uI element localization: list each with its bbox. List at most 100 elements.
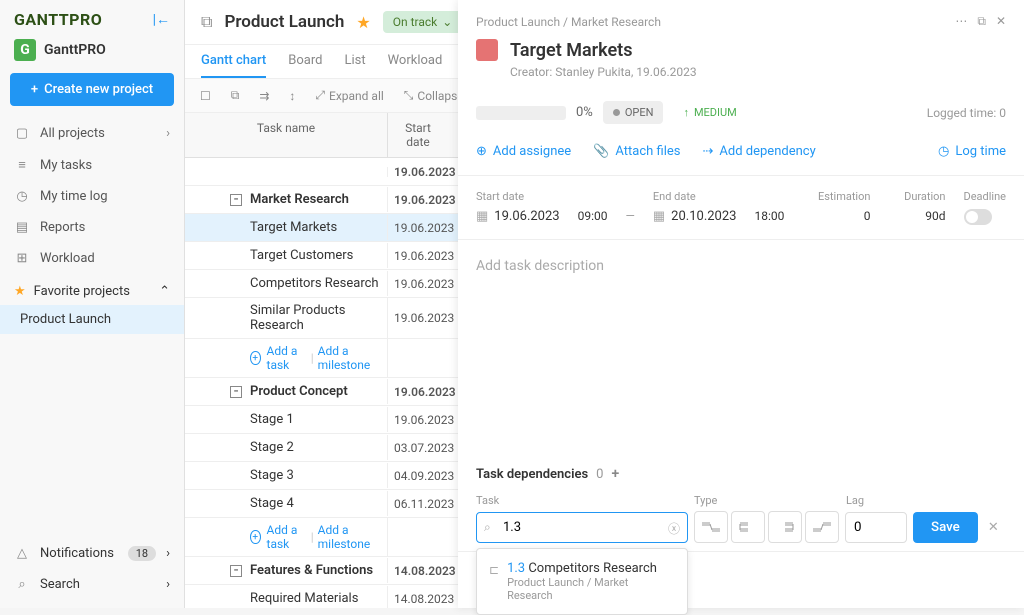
start-time-value[interactable]: 09:00: [578, 209, 608, 223]
progress-bar[interactable]: [476, 106, 566, 120]
collapse-icon[interactable]: −: [230, 386, 242, 398]
chevron-up-icon: ⌃: [159, 284, 170, 299]
attach-icon: 📎: [593, 144, 609, 159]
task-detail-panel: Product Launch / Market Research ⋯ ⧉ ✕ T…: [458, 0, 1024, 608]
breadcrumb[interactable]: Product Launch / Market Research: [476, 15, 943, 29]
start-date-value[interactable]: 19.06.2023: [494, 209, 559, 224]
notification-badge: 18: [128, 546, 156, 561]
duration-value[interactable]: 90d: [904, 209, 945, 223]
tab-workload[interactable]: Workload: [388, 45, 443, 78]
tab-list[interactable]: List: [344, 45, 365, 78]
end-time-value[interactable]: 18:00: [754, 209, 784, 223]
expand-all-button[interactable]: ⤢ Expand all: [310, 85, 388, 106]
duration-label: Duration: [904, 190, 945, 203]
column-header-name[interactable]: Task name: [185, 113, 388, 157]
tool-sort-icon[interactable]: ↕: [284, 86, 300, 106]
task-date: 14.08.2023: [388, 587, 448, 609]
task-creator: Creator: Stanley Pukita, 19.06.2023: [510, 65, 1006, 79]
col-lag-label: Lag: [846, 494, 916, 507]
end-date-value[interactable]: 20.10.2023: [671, 209, 736, 224]
add-dependency-link[interactable]: ⇢Add dependency: [703, 144, 816, 159]
plus-icon: +: [250, 351, 261, 365]
task-name: Stage 1: [250, 412, 294, 427]
chevron-right-icon: ›: [166, 546, 170, 561]
collapse-icon[interactable]: −: [230, 194, 242, 206]
project-icon: ⧉: [201, 12, 212, 32]
brand-icon: G: [14, 39, 36, 61]
save-button[interactable]: Save: [913, 512, 978, 543]
search-icon: ⌕: [484, 520, 491, 535]
calendar-icon: ▦: [476, 209, 488, 224]
dependency-type-sf[interactable]: [805, 511, 839, 543]
dependencies-count: 0: [596, 467, 603, 482]
dependency-task-input[interactable]: [476, 512, 688, 543]
task-date: 19.06.2023: [388, 408, 448, 432]
collapse-sidebar-icon[interactable]: |←: [153, 11, 170, 28]
lag-input[interactable]: [845, 512, 907, 543]
list-icon: ≡: [14, 157, 30, 173]
close-icon[interactable]: ✕: [996, 14, 1006, 29]
main: ⧉ Product Launch ★ On track ⌄ Project Ow…: [185, 0, 1024, 608]
priority-pill[interactable]: ↑MEDIUM: [673, 101, 746, 124]
favorite-project-item[interactable]: Product Launch: [0, 305, 184, 334]
estimation-value[interactable]: 0: [818, 209, 870, 223]
nav-search[interactable]: ⌕ Search ›: [0, 569, 184, 600]
task-date: 19.06.2023: [388, 306, 448, 330]
task-name: Stage 4: [250, 496, 294, 511]
favorite-star-icon[interactable]: ★: [356, 13, 370, 32]
tool-checkbox-icon[interactable]: ☐: [195, 86, 216, 106]
task-date: 19.06.2023: [388, 380, 448, 404]
dependency-type-fs[interactable]: [694, 511, 728, 543]
task-name: Competitors Research: [250, 276, 379, 291]
search-icon: ⌕: [14, 577, 30, 592]
status-pill[interactable]: OPEN: [603, 101, 664, 124]
project-status-pill[interactable]: On track ⌄: [383, 11, 463, 33]
plus-icon: +: [250, 530, 261, 544]
attach-files-link[interactable]: 📎Attach files: [593, 144, 680, 159]
progress-percent: 0%: [576, 105, 593, 120]
log-time-link[interactable]: ◷Log time: [938, 144, 1006, 159]
dependency-type-ff[interactable]: [768, 511, 802, 543]
dependencies-title: Task dependencies: [476, 467, 588, 482]
link-icon[interactable]: ⧉: [977, 14, 986, 29]
collapse-icon[interactable]: −: [230, 565, 242, 577]
favorites-header[interactable]: ★ Favorite projects ⌃: [0, 274, 184, 305]
nav-workload[interactable]: ⊞ Workload: [0, 243, 184, 274]
cancel-icon[interactable]: ✕: [984, 520, 1003, 535]
bell-icon: △: [14, 546, 30, 561]
nav-notifications[interactable]: △ Notifications 18 ›: [0, 538, 184, 569]
logged-time: Logged time: 0: [927, 106, 1006, 120]
add-dependency-icon[interactable]: +: [611, 466, 619, 482]
create-project-button[interactable]: + Create new project: [10, 73, 174, 106]
clear-icon[interactable]: ⓧ: [668, 520, 680, 537]
nav-my-tasks[interactable]: ≡ My tasks: [0, 149, 184, 181]
tool-copy-icon[interactable]: ⧉: [226, 85, 245, 106]
task-name: Similar Products Research: [250, 303, 379, 333]
dependency-type-ss[interactable]: [731, 511, 765, 543]
tool-indent-icon[interactable]: ⇉: [254, 86, 274, 106]
column-header-start[interactable]: Start date: [388, 113, 448, 157]
task-date: 19.06.2023: [388, 244, 448, 268]
tab-board[interactable]: Board: [288, 45, 322, 78]
tab-gantt[interactable]: Gantt chart: [201, 45, 266, 78]
task-color-swatch[interactable]: [476, 39, 498, 61]
task-title[interactable]: Target Markets: [510, 40, 632, 61]
task-date: 19.06.2023: [388, 188, 448, 212]
more-icon[interactable]: ⋯: [955, 14, 967, 29]
nav-my-time-log[interactable]: ◷ My time log: [0, 181, 184, 212]
project-title: Product Launch: [224, 12, 344, 32]
nav-all-projects[interactable]: ▢ All projects ›: [0, 118, 184, 149]
col-task-label: Task: [476, 494, 694, 507]
deadline-toggle[interactable]: [964, 209, 992, 225]
task-name: Stage 3: [250, 468, 294, 483]
add-assignee-link[interactable]: ⊕Add assignee: [476, 144, 571, 159]
nav-reports[interactable]: ▤ Reports: [0, 212, 184, 243]
task-date: 14.08.2023: [388, 559, 448, 583]
task-date: 06.11.2023: [388, 492, 448, 516]
star-icon: ★: [14, 284, 26, 299]
task-name: Required Materials: [250, 591, 358, 606]
task-date: 19.06.2023: [388, 216, 448, 240]
dropdown-item[interactable]: ⊏ 1.3 Competitors Research Product Launc…: [485, 557, 679, 606]
col-type-label: Type: [694, 494, 846, 507]
task-description[interactable]: Add task description: [458, 240, 1024, 452]
